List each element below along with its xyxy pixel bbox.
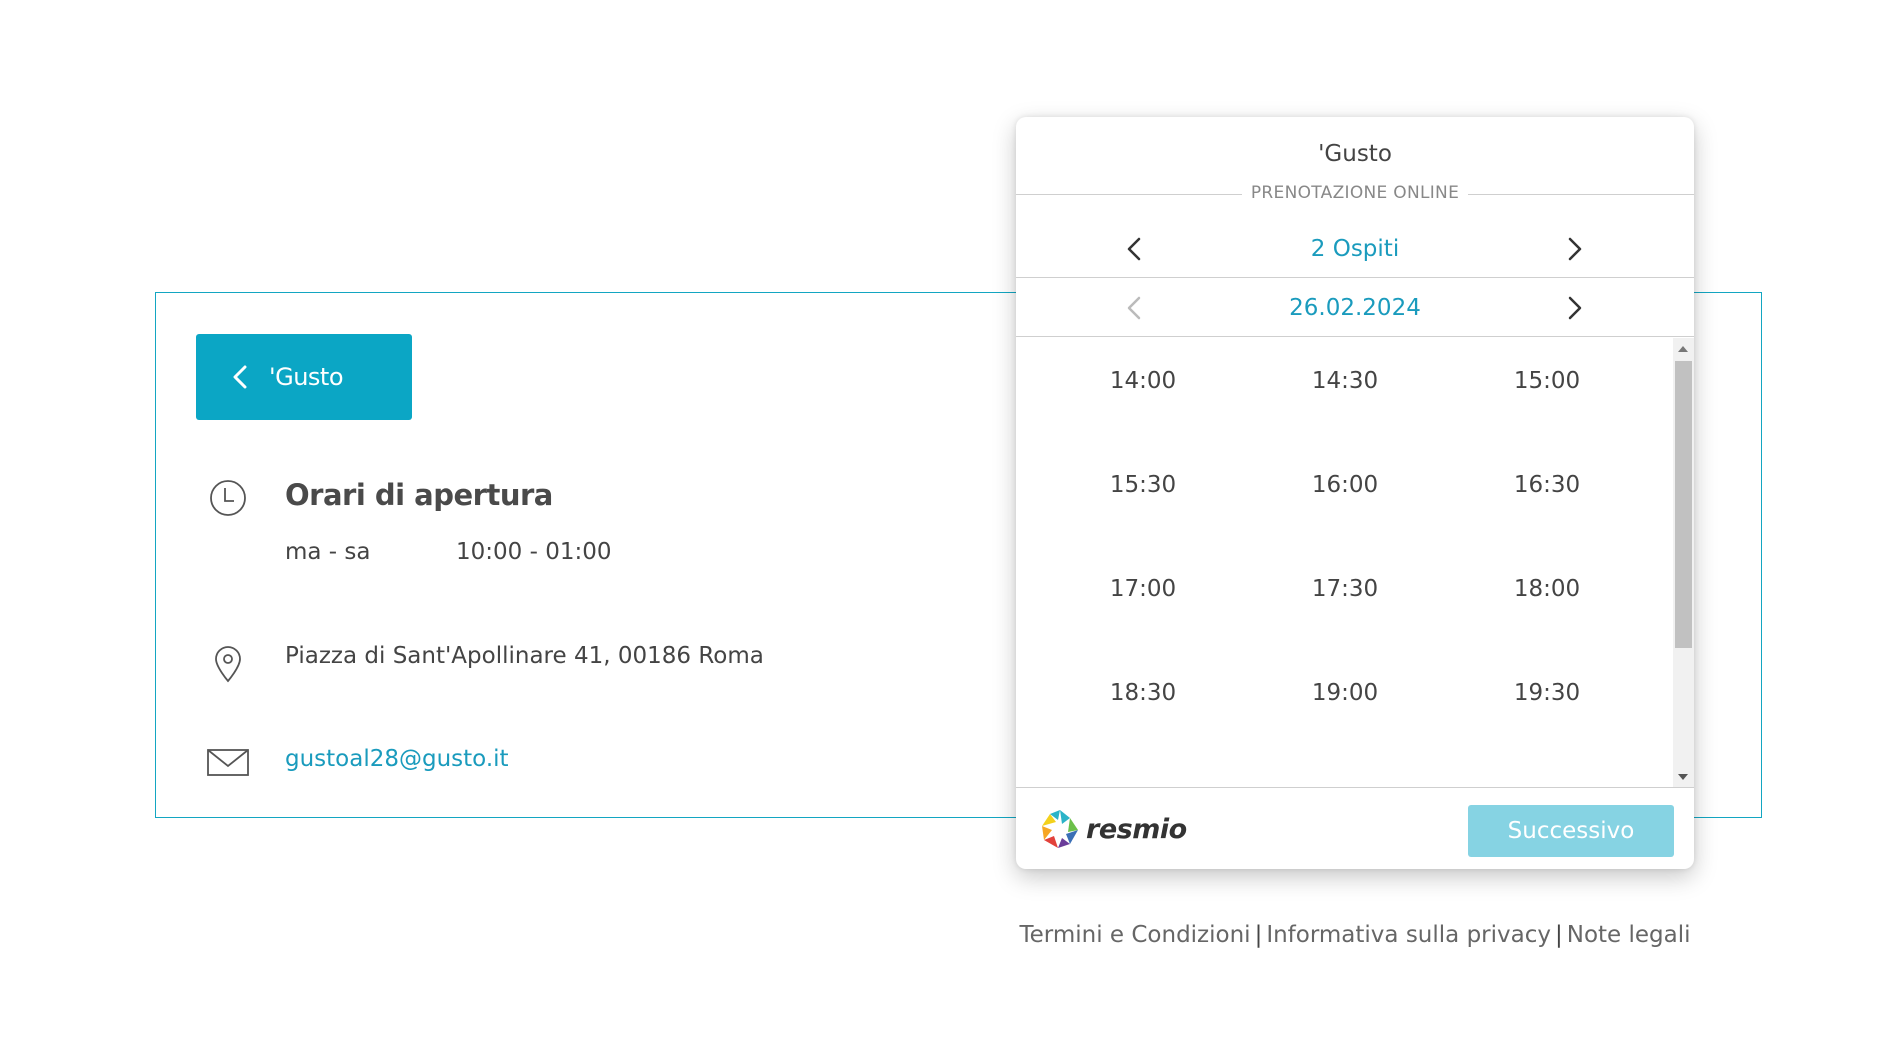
scroll-down-arrow-icon[interactable] xyxy=(1678,774,1688,780)
opening-days: ma - sa xyxy=(285,539,371,565)
mail-icon xyxy=(207,749,249,776)
time-slot[interactable]: 14:30 xyxy=(1285,368,1405,394)
date-selector: 26.02.2024 xyxy=(1016,279,1694,337)
time-slot[interactable]: 19:00 xyxy=(1285,680,1405,706)
time-slot[interactable]: 17:00 xyxy=(1083,576,1203,602)
opening-time: 10:00 - 01:00 xyxy=(456,539,612,565)
location-pin-icon xyxy=(215,646,241,683)
time-slot[interactable]: 15:00 xyxy=(1487,368,1607,394)
legal-links: Termini e Condizioni | Informativa sulla p… xyxy=(1016,922,1694,948)
chevron-left-icon xyxy=(233,365,247,389)
time-slot[interactable]: 19:30 xyxy=(1487,680,1607,706)
guests-selector: 2 Ospiti xyxy=(1016,220,1694,278)
scrollbar-thumb[interactable] xyxy=(1675,361,1692,648)
email-link[interactable]: gustoal28@gusto.it xyxy=(285,746,509,772)
time-slots-list[interactable]: 14:00 14:30 15:00 15:30 16:00 16:30 17:0… xyxy=(1016,338,1694,788)
guests-next-icon[interactable] xyxy=(1559,234,1589,264)
clock-icon xyxy=(210,480,246,516)
scroll-up-arrow-icon[interactable] xyxy=(1678,346,1688,352)
date-next-icon[interactable] xyxy=(1559,293,1589,323)
resmio-logo-icon xyxy=(1042,810,1078,848)
date-value: 26.02.2024 xyxy=(1289,295,1421,321)
slots-scrollbar[interactable] xyxy=(1673,338,1694,787)
restaurant-address: Piazza di Sant'Apollinare 41, 00186 Roma xyxy=(285,643,764,669)
back-button[interactable]: 'Gusto xyxy=(196,334,412,420)
booking-widget: 'Gusto PRENOTAZIONE ONLINE 2 Ospiti 26.0… xyxy=(1016,117,1694,869)
guests-value: 2 Ospiti xyxy=(1310,236,1400,262)
legal-notes-link[interactable]: Note legali xyxy=(1567,922,1691,948)
privacy-link[interactable]: Informativa sulla privacy xyxy=(1266,922,1551,948)
widget-subtitle: PRENOTAZIONE ONLINE xyxy=(1250,183,1460,203)
time-slot[interactable]: 16:30 xyxy=(1487,472,1607,498)
back-button-label: 'Gusto xyxy=(269,363,344,391)
time-slot[interactable]: 16:00 xyxy=(1285,472,1405,498)
time-slot[interactable]: 17:30 xyxy=(1285,576,1405,602)
time-slot[interactable]: 14:00 xyxy=(1083,368,1203,394)
next-button[interactable]: Successivo xyxy=(1468,805,1674,857)
widget-title: 'Gusto xyxy=(1318,141,1392,167)
time-slot[interactable]: 18:00 xyxy=(1487,576,1607,602)
widget-footer: resmio Successivo xyxy=(1016,789,1694,869)
time-slot[interactable]: 15:30 xyxy=(1083,472,1203,498)
terms-link[interactable]: Termini e Condizioni xyxy=(1019,922,1250,948)
opening-hours-title: Orari di apertura xyxy=(285,478,553,512)
resmio-brand-name: resmio xyxy=(1086,813,1187,845)
resmio-brand[interactable]: resmio xyxy=(1040,808,1187,850)
legal-separator: | xyxy=(1554,922,1563,948)
time-slot[interactable]: 18:30 xyxy=(1083,680,1203,706)
legal-separator: | xyxy=(1254,922,1263,948)
